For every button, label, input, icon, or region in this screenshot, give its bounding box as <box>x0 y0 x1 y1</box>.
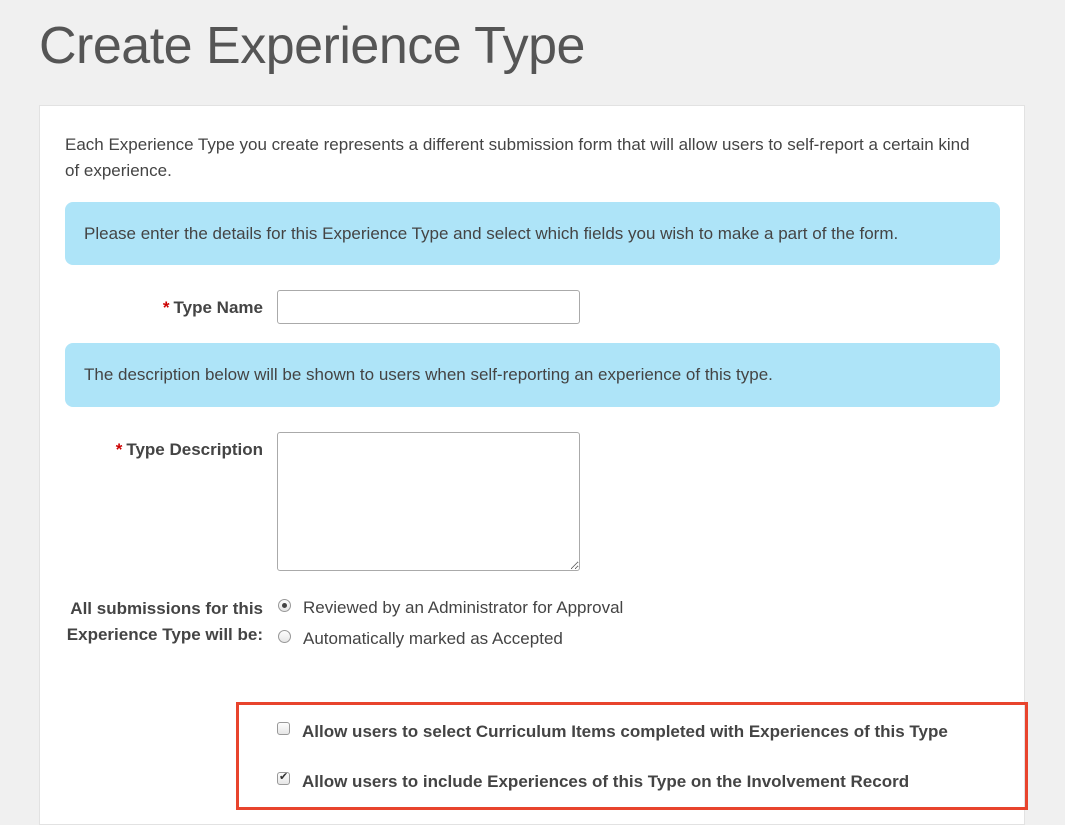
info-box-description: The description below will be shown to u… <box>65 343 1000 407</box>
type-description-label-text: Type Description <box>126 440 263 459</box>
radio-label-reviewed: Reviewed by an Administrator for Approva… <box>303 598 624 617</box>
info-box-description-text: The description below will be shown to u… <box>84 365 773 384</box>
checkbox-curriculum[interactable] <box>277 721 290 735</box>
checkbox-label-involvement: Allow users to include Experiences of th… <box>302 772 910 791</box>
page-title: Create Experience Type <box>39 17 585 75</box>
intro-text: Each Experience Type you create represen… <box>65 135 970 180</box>
type-name-label-text: Type Name <box>173 298 263 317</box>
type-name-input[interactable] <box>277 290 580 324</box>
radio-button-reviewed[interactable] <box>278 598 291 612</box>
checkbox-option-curriculum[interactable]: Allow users to select Curriculum Items c… <box>277 721 948 742</box>
checkbox-involvement[interactable] <box>277 770 290 785</box>
highlight-box <box>236 702 1028 810</box>
type-description-textarea[interactable] <box>277 432 580 571</box>
checkbox-label-curriculum: Allow users to select Curriculum Items c… <box>302 722 948 741</box>
radio-button-accepted[interactable] <box>278 629 291 643</box>
radio-option-accepted[interactable]: Automatically marked as Accepted <box>278 629 563 649</box>
checkbox-option-involvement[interactable]: Allow users to include Experiences of th… <box>277 770 910 792</box>
type-name-label: * Type Name <box>163 295 263 321</box>
info-box-details-text: Please enter the details for this Experi… <box>84 223 899 243</box>
required-marker: * <box>162 298 170 317</box>
submissions-label: All submissions for this Experience Type… <box>66 599 263 644</box>
required-marker: * <box>115 440 123 459</box>
type-description-label: * Type Description <box>116 437 263 463</box>
radio-label-accepted: Automatically marked as Accepted <box>303 629 563 648</box>
info-box-details: Please enter the details for this Experi… <box>65 202 1000 265</box>
radio-option-reviewed[interactable]: Reviewed by an Administrator for Approva… <box>278 598 623 618</box>
